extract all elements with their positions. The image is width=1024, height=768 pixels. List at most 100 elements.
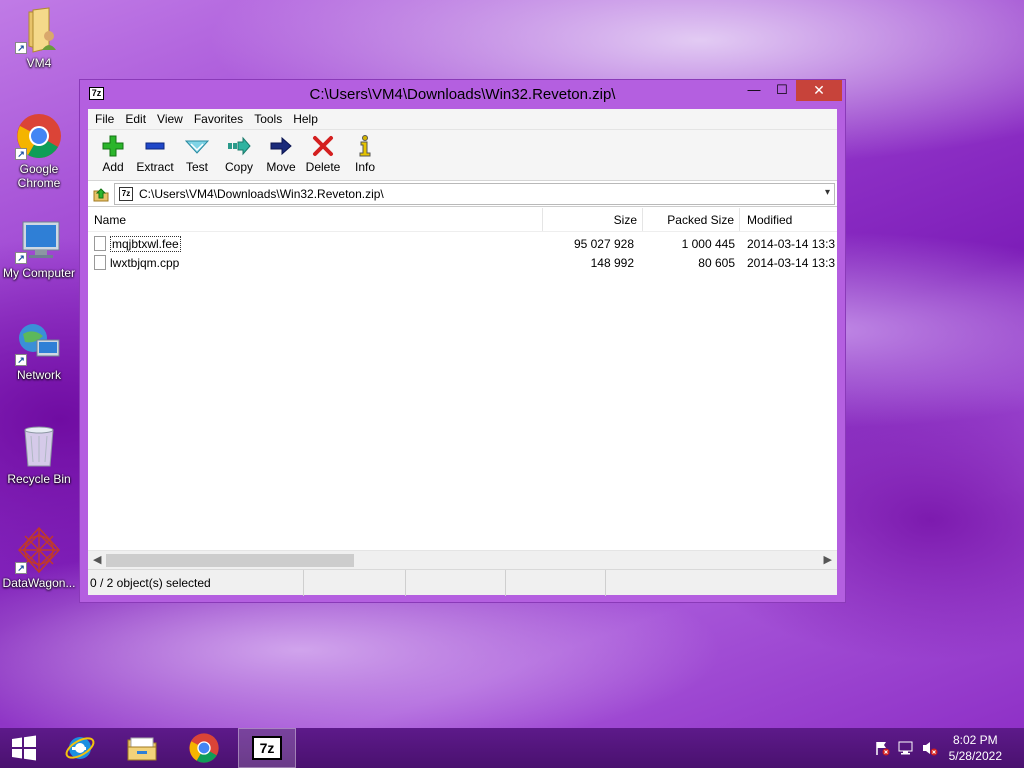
- copy-icon: [225, 134, 253, 158]
- menu-bar: File Edit View Favorites Tools Help: [88, 109, 837, 129]
- file-size: 95 027 928: [573, 236, 634, 251]
- title-bar[interactable]: 7z C:\Users\VM4\Downloads\Win32.Reveton.…: [80, 80, 845, 108]
- move-label: Move: [266, 160, 296, 174]
- desktop-icon-label: Google Chrome: [17, 162, 61, 190]
- desktop-icon-chrome[interactable]: ↗ Google Chrome: [0, 112, 78, 190]
- network-status-icon[interactable]: [898, 740, 914, 756]
- file-icon: [94, 236, 106, 251]
- shortcut-arrow-icon: ↗: [15, 252, 27, 264]
- scroll-right-arrow-icon[interactable]: ▶: [824, 553, 832, 566]
- clock-date: 5/28/2022: [948, 749, 1002, 763]
- menu-favorites[interactable]: Favorites: [189, 109, 249, 129]
- column-header-modified[interactable]: Modified: [740, 208, 835, 231]
- add-label: Add: [102, 160, 124, 174]
- delete-button[interactable]: Delete: [302, 130, 344, 180]
- file-name: lwxtbjqm.cpp: [110, 255, 180, 270]
- taskbar: 7z 8:02 PM 5/28/2022: [0, 728, 1024, 768]
- volume-muted-icon[interactable]: [922, 740, 938, 756]
- status-pane-3: [406, 570, 506, 596]
- file-row[interactable]: mqjbtxwl.fee 95 027 928 1 000 445 2014-0…: [88, 234, 837, 253]
- test-button[interactable]: Test: [176, 130, 218, 180]
- taskbar-chrome[interactable]: [180, 728, 228, 768]
- test-icon: [183, 134, 211, 158]
- add-icon: [99, 134, 127, 158]
- scrollbar-thumb[interactable]: [106, 554, 354, 567]
- desktop-icon-network[interactable]: ↗ Network: [0, 318, 78, 382]
- copy-label: Copy: [224, 160, 253, 174]
- chevron-down-icon[interactable]: ▾: [825, 187, 830, 198]
- extract-button[interactable]: Extract: [134, 130, 176, 180]
- menu-view[interactable]: View: [152, 109, 189, 129]
- column-header-size[interactable]: Size: [543, 208, 643, 231]
- file-row[interactable]: lwxtbjqm.cpp 148 992 80 605 2014-03-14 1…: [88, 253, 837, 272]
- info-icon: [351, 134, 379, 158]
- column-header-name[interactable]: Name: [88, 208, 543, 231]
- start-button[interactable]: [0, 728, 48, 768]
- status-bar: 0 / 2 object(s) selected: [88, 569, 837, 596]
- delete-label: Delete: [305, 160, 341, 174]
- info-button[interactable]: Info: [344, 130, 386, 180]
- file-icon: [94, 255, 106, 270]
- chrome-icon: [189, 733, 219, 763]
- file-packed-size: 1 000 445: [681, 236, 735, 251]
- window-title: C:\Users\VM4\Downloads\Win32.Reveton.zip…: [309, 86, 616, 103]
- extract-icon: [141, 134, 169, 158]
- computer-icon: ↗: [15, 216, 63, 264]
- chrome-icon: ↗: [15, 112, 63, 160]
- info-label: Info: [354, 160, 375, 174]
- move-button[interactable]: Move: [260, 130, 302, 180]
- taskbar-internet-explorer[interactable]: [56, 728, 104, 768]
- close-button[interactable]: ✕: [796, 80, 842, 101]
- desktop-icon-vm4[interactable]: ↗ VM4: [0, 6, 78, 70]
- address-field[interactable]: 7z C:\Users\VM4\Downloads\Win32.Reveton.…: [114, 182, 835, 205]
- taskbar-file-explorer[interactable]: [118, 728, 166, 768]
- copy-button[interactable]: Copy: [218, 130, 260, 180]
- delete-icon: [309, 134, 337, 158]
- action-center-flag-icon[interactable]: [874, 740, 890, 756]
- minimize-button[interactable]: —: [740, 80, 768, 101]
- test-label: Test: [185, 160, 208, 174]
- windows-logo-icon: [12, 735, 36, 761]
- desktop-icon-recycle-bin[interactable]: Recycle Bin: [0, 422, 78, 486]
- desktop-icon-my-computer[interactable]: ↗ My Computer: [0, 216, 78, 280]
- file-packed-size: 80 605: [698, 255, 735, 270]
- menu-tools[interactable]: Tools: [249, 109, 288, 129]
- window-client: File Edit View Favorites Tools Help Add …: [88, 109, 837, 596]
- file-size: 148 992: [590, 255, 634, 270]
- menu-edit[interactable]: Edit: [120, 109, 152, 129]
- desktop-icon-label: Network: [16, 368, 61, 382]
- column-header-packed-size[interactable]: Packed Size: [643, 208, 740, 231]
- toolbar: Add Extract Test Copy Move Delete Info: [88, 129, 837, 181]
- status-pane-2: [304, 570, 406, 596]
- maximize-button[interactable]: ☐: [768, 80, 796, 101]
- status-pane-4: [506, 570, 606, 596]
- status-selection: 0 / 2 object(s) selected: [88, 570, 304, 596]
- file-list-header: Name Size Packed Size Modified: [88, 208, 837, 232]
- horizontal-scrollbar[interactable]: ◀ ▶: [88, 550, 837, 569]
- file-explorer-icon: [127, 737, 157, 761]
- extract-label: Extract: [136, 160, 174, 174]
- internet-explorer-icon: [65, 737, 95, 759]
- network-icon: ↗: [15, 318, 63, 366]
- menu-file[interactable]: File: [90, 109, 120, 129]
- address-path: C:\Users\VM4\Downloads\Win32.Reveton.zip…: [139, 186, 384, 201]
- taskbar-7zip[interactable]: 7z: [238, 728, 296, 768]
- file-modified: 2014-03-14 13:32: [747, 236, 835, 251]
- recycle-bin-icon: [15, 422, 63, 470]
- 7zip-icon: 7z: [252, 736, 282, 760]
- menu-help[interactable]: Help: [288, 109, 324, 129]
- 7zip-window: 7z C:\Users\VM4\Downloads\Win32.Reveton.…: [79, 79, 846, 603]
- desktop-icon-label: DataWagon...: [2, 576, 76, 590]
- up-folder-button[interactable]: [88, 182, 114, 206]
- file-list: Name Size Packed Size Modified mqjbtxwl.…: [88, 208, 837, 550]
- user-folder-icon: ↗: [15, 6, 63, 54]
- desktop-icon-label: VM4: [26, 56, 52, 70]
- taskbar-clock[interactable]: 8:02 PM 5/28/2022: [949, 732, 1002, 764]
- scroll-left-arrow-icon[interactable]: ◀: [93, 553, 101, 566]
- file-name: mqjbtxwl.fee: [110, 235, 181, 252]
- file-modified: 2014-03-14 13:31: [747, 255, 835, 270]
- desktop-icon-datawagon[interactable]: ↗ DataWagon...: [0, 526, 78, 590]
- add-button[interactable]: Add: [92, 130, 134, 180]
- folder-up-icon: [93, 187, 109, 201]
- zip-archive-icon: 7z: [119, 186, 133, 201]
